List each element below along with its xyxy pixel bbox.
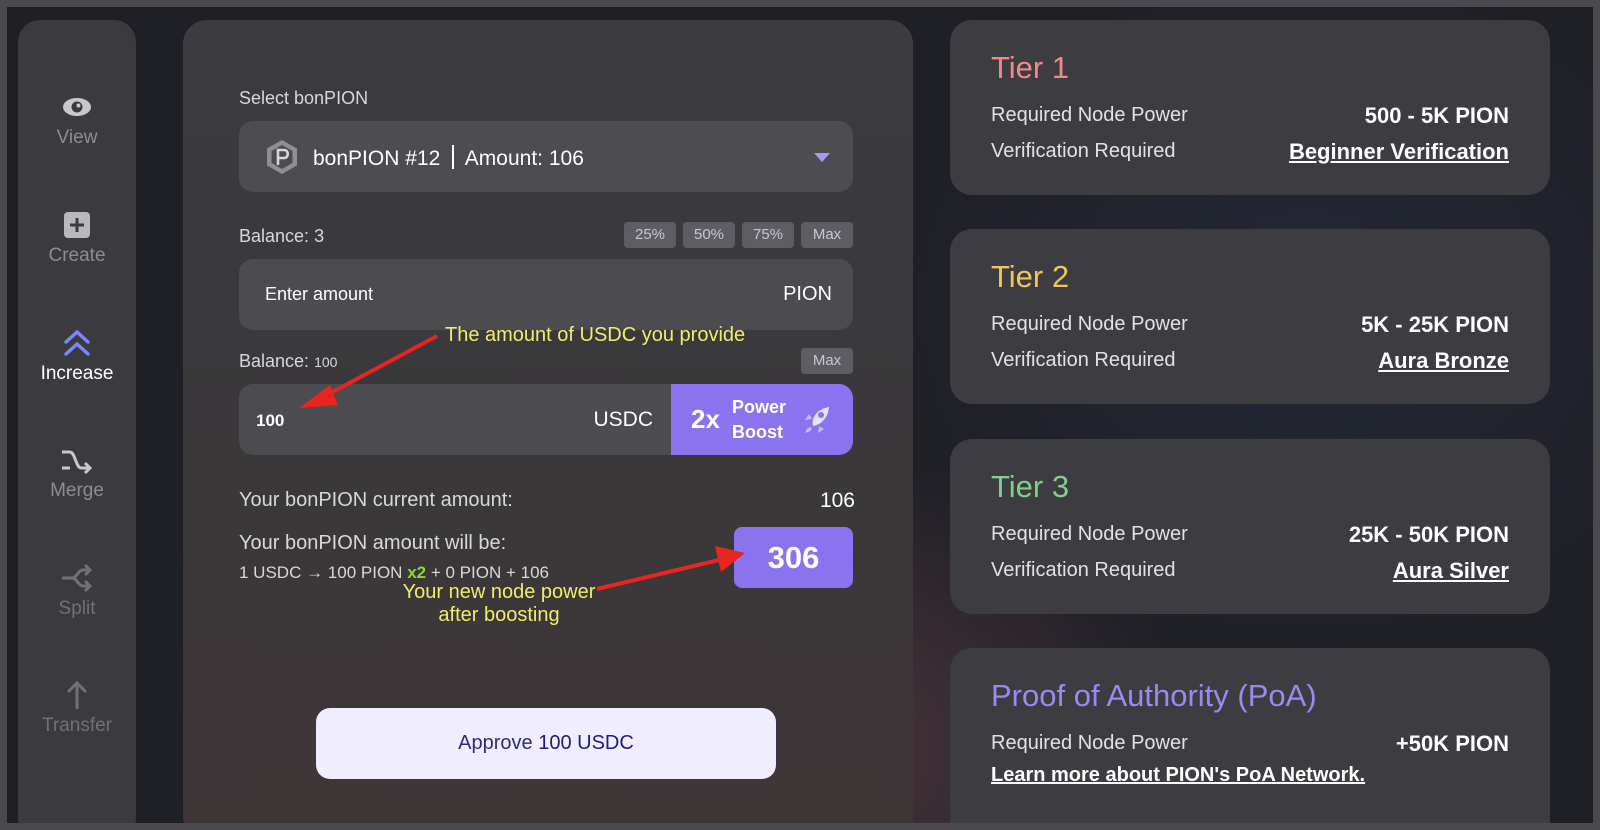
- tier-3-power-label: Required Node Power: [991, 523, 1188, 545]
- poa-learn-more-link[interactable]: Learn more about PION's PoA Network.: [991, 764, 1509, 787]
- tier-2-power-value: 5K - 25K PION: [1361, 312, 1509, 337]
- tier-2-verify-label: Verification Required: [991, 349, 1176, 371]
- tier-1-power-label: Required Node Power: [991, 104, 1188, 126]
- tier-1-power-value: 500 - 5K PION: [1364, 103, 1509, 128]
- tier-2-title: Tier 2: [991, 259, 1070, 294]
- tier-3-verify-label: Verification Required: [991, 559, 1176, 581]
- tier-1-title: Tier 1: [991, 50, 1070, 85]
- result-arrowhead: [715, 546, 745, 572]
- tier-1-card: Tier 1 Required Node Power 500 - 5K PION …: [950, 20, 1550, 195]
- tier-2-power-label: Required Node Power: [991, 313, 1188, 335]
- tier-3-title: Tier 3: [991, 469, 1070, 504]
- poa-title: Proof of Authority (PoA): [991, 678, 1317, 713]
- usdc-arrow: [324, 334, 438, 398]
- app-window: View Create Increase Merge Split Transfe…: [7, 7, 1593, 823]
- tier-1-verify-link[interactable]: Beginner Verification: [1289, 139, 1509, 165]
- result-arrow: [596, 558, 720, 591]
- tier-3-verify-link[interactable]: Aura Silver: [1393, 558, 1509, 584]
- usdc-arrowhead: [299, 385, 338, 408]
- tier-2-verify-link[interactable]: Aura Bronze: [1378, 348, 1509, 374]
- tier-2-card: Tier 2 Required Node Power 5K - 25K PION …: [950, 229, 1550, 404]
- poa-power-value: +50K PION: [1395, 731, 1509, 756]
- tier-3-power-value: 25K - 50K PION: [1348, 522, 1509, 547]
- poa-power-label: Required Node Power: [991, 732, 1188, 754]
- tier-1-verify-label: Verification Required: [991, 140, 1176, 162]
- poa-card: Proof of Authority (PoA) Required Node P…: [950, 648, 1550, 823]
- tier-3-card: Tier 3 Required Node Power 25K - 50K PION…: [950, 439, 1550, 614]
